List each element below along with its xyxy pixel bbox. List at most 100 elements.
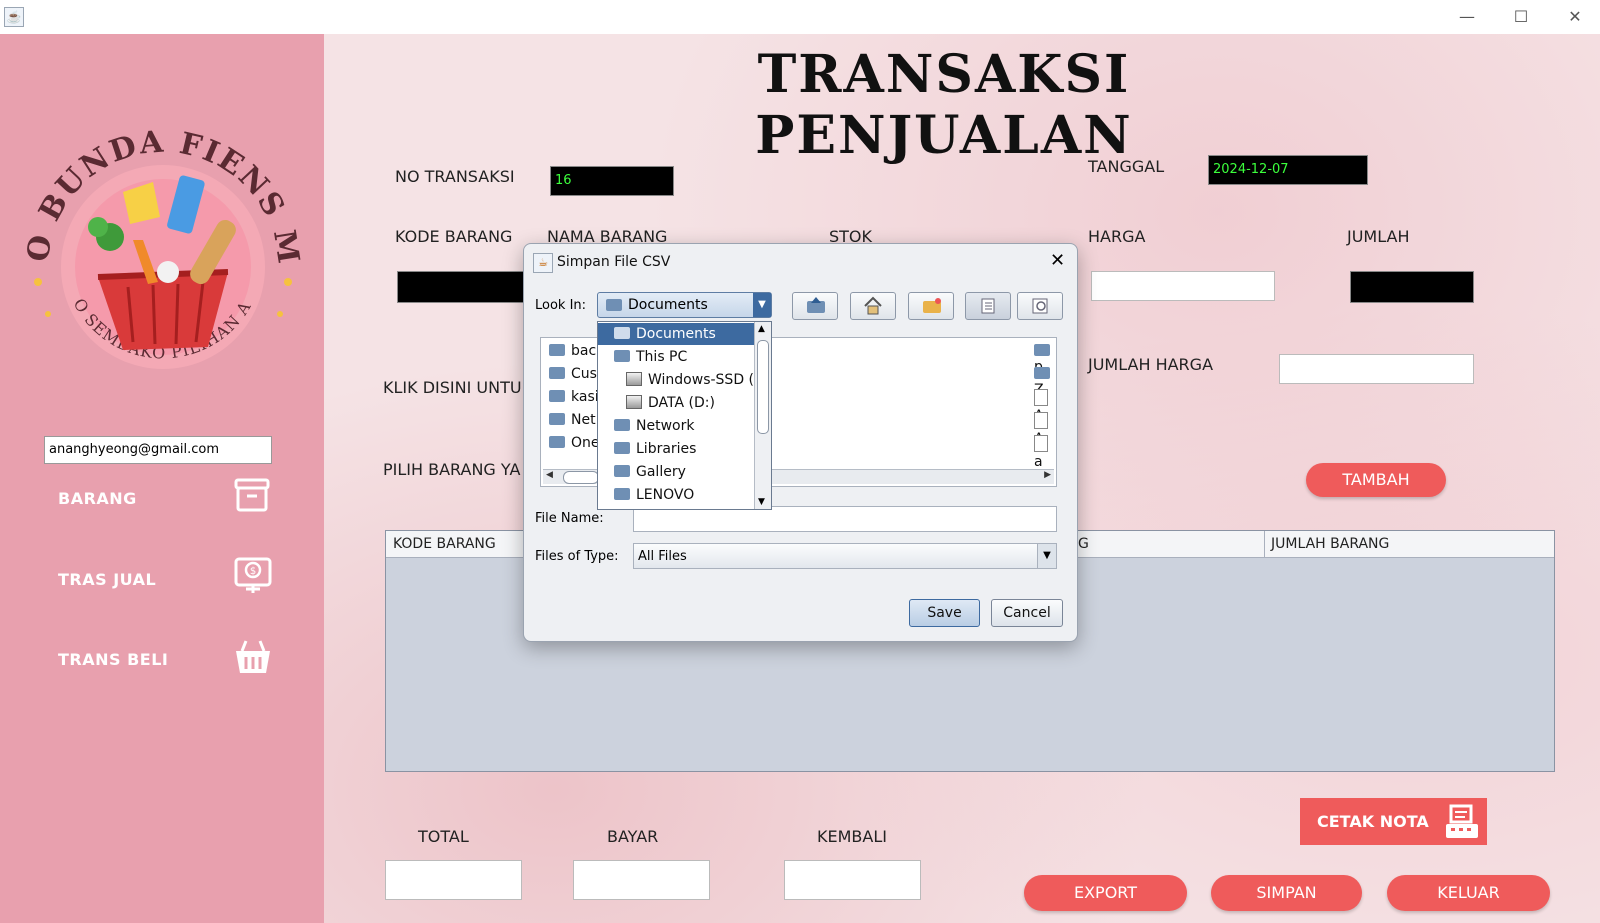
dropdown-scroll-thumb[interactable] <box>757 340 769 434</box>
jumlah-harga-label: JUMLAH HARGA <box>1088 355 1214 374</box>
folder-icon <box>614 327 630 339</box>
maximize-button[interactable]: ☐ <box>1498 4 1544 30</box>
save-button[interactable]: Save <box>909 599 980 627</box>
list-view-icon <box>981 298 995 314</box>
file-icon <box>1034 435 1048 452</box>
bayar-label: BAYAR <box>607 827 659 846</box>
cash-register-icon: $ <box>234 557 272 593</box>
list-view-button[interactable] <box>965 292 1011 320</box>
folder-icon <box>614 350 630 362</box>
drive-icon <box>626 372 642 386</box>
chevron-down-icon[interactable]: ▼ <box>1037 544 1056 568</box>
details-view-icon <box>1032 298 1048 314</box>
files-of-type-value: All Files <box>638 549 687 564</box>
list-item[interactable]: a <box>1034 435 1056 470</box>
archive-box-icon <box>234 478 270 512</box>
java-app-icon: ☕ <box>4 7 24 27</box>
files-of-type-select[interactable]: All Files ▼ <box>633 543 1057 569</box>
scroll-right-icon[interactable]: ▶ <box>1044 470 1051 480</box>
dropdown-item-lenovo[interactable]: LENOVO <box>598 484 756 506</box>
drive-icon <box>626 395 642 409</box>
harga-field[interactable] <box>1091 271 1275 301</box>
page-title: TRANSAKSI PENJUALAN <box>755 44 1133 166</box>
file-name-label: File Name: <box>535 511 604 526</box>
keluar-button[interactable]: KELUAR <box>1387 875 1550 911</box>
close-window-button[interactable]: ✕ <box>1552 4 1598 30</box>
dropdown-item-network[interactable]: Network <box>598 415 756 437</box>
minimize-button[interactable]: — <box>1444 4 1490 30</box>
chevron-down-icon[interactable]: ▼ <box>753 293 771 317</box>
jumlah-harga-field[interactable] <box>1279 354 1474 384</box>
folder-icon <box>614 465 630 477</box>
file-icon <box>1034 389 1048 406</box>
tanggal-label: TANGGAL <box>1088 157 1165 176</box>
list-item[interactable]: Cust <box>549 366 602 382</box>
new-folder-button[interactable] <box>908 292 954 320</box>
scroll-down-icon[interactable]: ▼ <box>758 497 765 507</box>
receipt-printer-icon <box>1446 804 1478 838</box>
scroll-thumb[interactable] <box>563 471 599 484</box>
files-of-type-label: Files of Type: <box>535 549 619 564</box>
folder-icon <box>549 413 565 425</box>
nav-item-trans-beli[interactable]: TRANS BELI <box>58 635 288 685</box>
dropdown-item-data-d[interactable]: DATA (D:) <box>598 392 756 414</box>
scroll-left-icon[interactable]: ◀ <box>546 470 553 480</box>
dropdown-item-documents[interactable]: Documents <box>598 323 756 345</box>
dropdown-item-this-pc[interactable]: This PC <box>598 346 756 368</box>
tambah-button[interactable]: TAMBAH <box>1306 463 1446 497</box>
window-titlebar: ☕ — ☐ ✕ <box>0 0 1600 34</box>
dialog-close-icon[interactable]: ✕ <box>1050 250 1065 271</box>
column-header-jumlah-barang[interactable]: JUMLAH BARANG <box>1271 536 1389 552</box>
folder-icon <box>1034 344 1050 356</box>
scroll-up-icon[interactable]: ▲ <box>758 324 765 334</box>
total-field[interactable] <box>385 860 522 900</box>
dialog-title: Simpan File CSV <box>557 254 671 270</box>
nav-label-trans-beli: TRANS BELI <box>58 650 169 669</box>
klik-disini-label[interactable]: KLIK DISINI UNTU <box>383 378 522 397</box>
user-email-field: ananghyeong@gmail.com <box>44 436 272 464</box>
list-item[interactable]: OneI <box>549 435 604 451</box>
kembali-field[interactable] <box>784 860 921 900</box>
harga-label: HARGA <box>1088 227 1146 246</box>
up-one-level-button[interactable] <box>792 292 838 320</box>
nav-item-barang[interactable]: BARANG <box>58 474 288 524</box>
home-button[interactable] <box>850 292 896 320</box>
export-button[interactable]: EXPORT <box>1024 875 1187 911</box>
column-header-partial[interactable]: G <box>1078 536 1089 552</box>
total-label: TOTAL <box>418 827 469 846</box>
folder-icon <box>606 299 622 311</box>
folder-icon <box>549 344 565 356</box>
save-csv-dialog: ☕ Simpan File CSV ✕ Look In: Documents ▼… <box>523 243 1078 642</box>
no-transaksi-field[interactable]: 16 <box>550 166 674 196</box>
folder-icon <box>549 436 565 448</box>
home-icon <box>864 296 882 315</box>
nav-label-barang: BARANG <box>58 489 137 508</box>
look-in-value: Documents <box>628 297 708 313</box>
tanggal-field[interactable]: 2024-12-07 <box>1208 155 1368 185</box>
store-logo: TOKO BUNDA FIENS MART TOKO SEMBAKO PILIH… <box>18 122 304 369</box>
dropdown-item-libraries[interactable]: Libraries <box>598 438 756 460</box>
kode-barang-field[interactable] <box>397 271 537 303</box>
dropdown-scrollbar[interactable]: ▲ ▼ <box>754 322 771 509</box>
look-in-dropdown-list[interactable]: Documents This PC Windows-SSD (C DATA (D… <box>597 321 772 510</box>
kembali-label: KEMBALI <box>817 827 887 846</box>
file-icon <box>1034 412 1048 429</box>
cetak-nota-button[interactable]: CETAK NOTA <box>1300 798 1487 845</box>
list-item[interactable]: back <box>549 343 604 359</box>
simpan-button[interactable]: SIMPAN <box>1211 875 1362 911</box>
jumlah-field[interactable] <box>1350 271 1474 303</box>
no-transaksi-label: NO TRANSAKSI <box>395 167 515 186</box>
details-view-button[interactable] <box>1017 292 1063 320</box>
nav-item-tras-jual[interactable]: TRAS JUAL $ <box>58 555 288 605</box>
nav-label-tras-jual: TRAS JUAL <box>58 570 157 589</box>
bayar-field[interactable] <box>573 860 710 900</box>
look-in-label: Look In: <box>535 298 587 313</box>
dropdown-item-windows-ssd[interactable]: Windows-SSD (C <box>598 369 756 391</box>
cancel-button[interactable]: Cancel <box>991 599 1063 627</box>
column-header-kode-barang[interactable]: KODE BARANG <box>393 536 496 552</box>
folder-icon <box>614 419 630 431</box>
jumlah-label: JUMLAH <box>1347 227 1410 246</box>
look-in-select[interactable]: Documents ▼ <box>597 292 772 318</box>
dropdown-item-gallery[interactable]: Gallery <box>598 461 756 483</box>
java-dialog-icon: ☕ <box>533 253 553 273</box>
